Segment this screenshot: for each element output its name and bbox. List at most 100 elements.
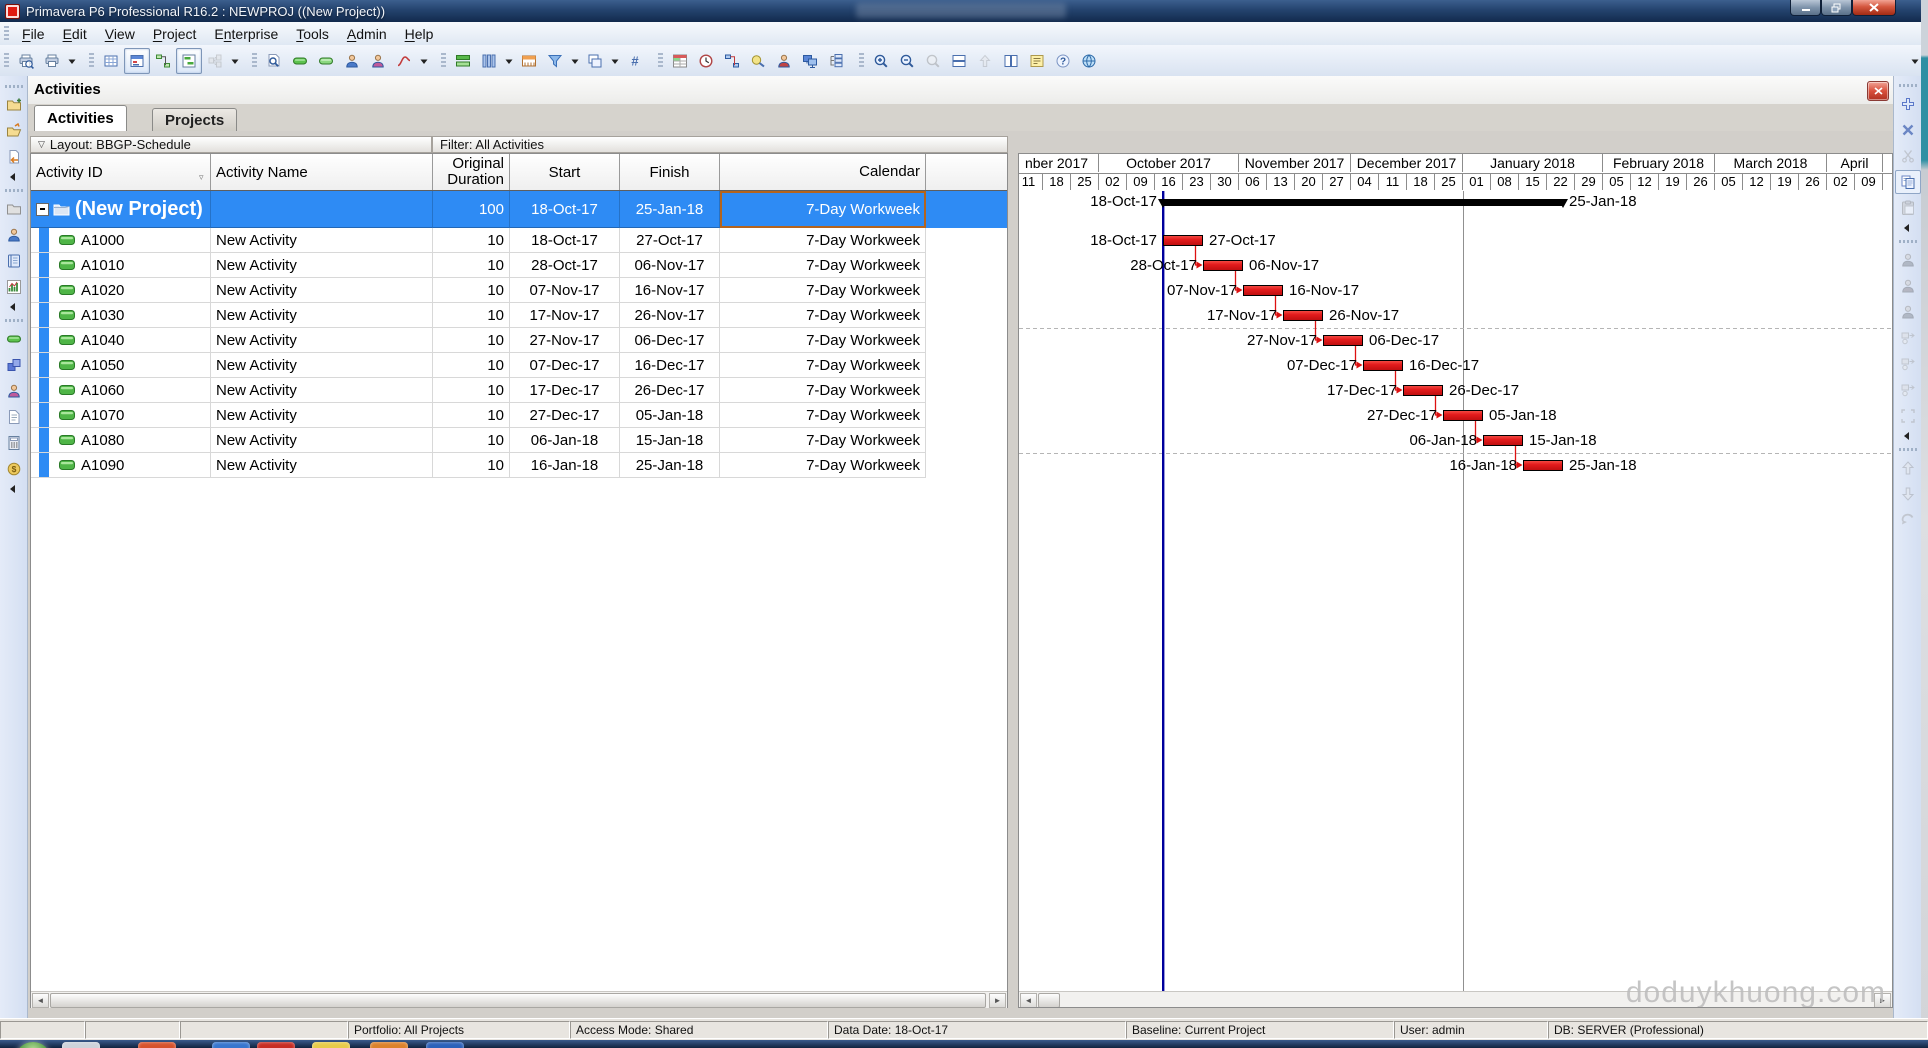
gantt-scroll-left-icon[interactable]: ◄ [1020, 993, 1037, 1008]
table-row-A1020[interactable]: A1020New Activity1007-Nov-1716-Nov-177-D… [31, 278, 1007, 303]
chart-view-icon[interactable] [823, 48, 849, 74]
scroll-left-icon[interactable]: ◄ [32, 993, 49, 1008]
zoom-in-icon[interactable] [868, 48, 894, 74]
online-help-icon[interactable] [1076, 48, 1102, 74]
cell-id[interactable]: A1010 [31, 253, 211, 278]
help-icon[interactable]: ? [1050, 48, 1076, 74]
assign-caret-icon[interactable] [417, 48, 431, 74]
tab-projects[interactable]: Projects [152, 108, 237, 131]
cell-calendar[interactable]: 7-Day Workweek [720, 303, 926, 328]
cell-id[interactable]: A1000 [31, 228, 211, 253]
cell-name[interactable]: New Activity [211, 428, 433, 453]
cell-calendar[interactable]: 7-Day Workweek [720, 353, 926, 378]
cell-name[interactable]: New Activity [211, 403, 433, 428]
print-options-caret-icon[interactable] [65, 48, 79, 74]
cmd-paste-icon[interactable] [1895, 196, 1921, 220]
nav-budgets-window-icon[interactable]: $ [1, 457, 27, 481]
cell-calendar[interactable]: 7-Day Workweek [720, 403, 926, 428]
line-numbers-icon[interactable]: # [622, 48, 648, 74]
cmd-collapse-assign-icon[interactable] [1896, 430, 1920, 442]
activity-table-view-icon[interactable] [98, 48, 124, 74]
cell-calendar[interactable]: 7-Day Workweek [720, 378, 926, 403]
cmd-add-role-icon[interactable] [1895, 300, 1921, 324]
summary-cell-name[interactable] [211, 191, 433, 228]
gantt-bar-A1080[interactable] [1483, 435, 1523, 446]
cmd-grip[interactable] [1899, 82, 1917, 88]
cmd-add-resource-icon[interactable] [1895, 248, 1921, 272]
cell-finish[interactable]: 06-Nov-17 [620, 253, 720, 278]
cell-id[interactable]: A1030 [31, 303, 211, 328]
toolbar-grip[interactable] [658, 53, 663, 69]
columns-icon[interactable] [476, 48, 502, 74]
cell-id[interactable]: A1020 [31, 278, 211, 303]
cell-start[interactable]: 16-Jan-18 [510, 453, 620, 478]
pane-splitter[interactable] [1008, 131, 1018, 1018]
column-header-od[interactable]: Original Duration [433, 154, 510, 190]
timescale-months[interactable]: nber 2017October 2017November 2017Decemb… [1019, 154, 1893, 174]
add-activity-icon[interactable] [287, 48, 313, 74]
tab-activities[interactable]: Activities [34, 105, 127, 131]
assign-resource-icon[interactable] [339, 48, 365, 74]
cell-start[interactable]: 27-Nov-17 [510, 328, 620, 353]
horizontal-split-icon[interactable] [946, 48, 972, 74]
nav-new-project-icon[interactable] [1, 93, 27, 117]
cell-name[interactable]: New Activity [211, 378, 433, 403]
gantt-bar-A1060[interactable] [1403, 385, 1443, 396]
gantt-chart-view-icon[interactable] [176, 48, 202, 74]
nav-expenses-window-icon[interactable] [1, 431, 27, 455]
filter-selector[interactable]: Filter: All Activities [432, 136, 1008, 153]
cell-od[interactable]: 10 [433, 253, 510, 278]
nav-assignments-window-icon[interactable] [1, 379, 27, 403]
nav-projects-window-icon[interactable] [1, 197, 27, 221]
cell-name[interactable]: New Activity [211, 303, 433, 328]
cell-calendar[interactable]: 7-Day Workweek [720, 428, 926, 453]
cell-od[interactable]: 10 [433, 228, 510, 253]
column-header-name[interactable]: Activity Name [211, 154, 433, 190]
cell-start[interactable]: 07-Nov-17 [510, 278, 620, 303]
resource-usage-icon[interactable] [667, 48, 693, 74]
cell-name[interactable]: New Activity [211, 228, 433, 253]
cell-finish[interactable]: 25-Jan-18 [620, 453, 720, 478]
summary-cell-calendar[interactable]: 7-Day Workweek [720, 191, 926, 228]
gantt-bar-A1040[interactable] [1323, 335, 1363, 346]
gantt-bar-A1030[interactable] [1283, 310, 1323, 321]
cmd-undo-icon[interactable] [1895, 508, 1921, 532]
cell-start[interactable]: 27-Dec-17 [510, 403, 620, 428]
print-icon[interactable] [39, 48, 65, 74]
cmd-copy-icon[interactable] [1895, 170, 1921, 194]
cell-finish[interactable]: 26-Dec-17 [620, 378, 720, 403]
taskbar-app-icon[interactable] [62, 1042, 100, 1048]
global-change-icon[interactable] [745, 48, 771, 74]
collapse-toggle-icon[interactable] [36, 203, 49, 216]
nav-collapse-group-3-icon[interactable] [2, 483, 26, 495]
group-and-sort-caret-icon[interactable] [608, 48, 622, 74]
scroll-right-icon[interactable]: ► [989, 993, 1006, 1008]
layout-selector[interactable]: ▽Layout: BBGP-Schedule [30, 136, 432, 153]
nav-obs-window-icon[interactable] [1, 249, 27, 273]
menu-item-view[interactable]: View [96, 24, 144, 44]
gantt-bar-A1010[interactable] [1203, 260, 1243, 271]
taskbar-app-icon[interactable] [257, 1042, 295, 1048]
menubar-grip[interactable] [4, 26, 9, 42]
table-row-A1050[interactable]: A1050New Activity1007-Dec-1716-Dec-177-D… [31, 353, 1007, 378]
table-hscrollbar[interactable]: ◄ ► [31, 991, 1007, 1008]
cmd-activity-steps-icon[interactable] [1895, 404, 1921, 428]
views-caret-icon[interactable] [228, 48, 242, 74]
cmd-collapse-edit-icon[interactable] [1896, 222, 1920, 234]
group-and-sort-icon[interactable] [582, 48, 608, 74]
gantt-bar-A1090[interactable] [1523, 460, 1563, 471]
nav-reports-window-icon[interactable] [1, 275, 27, 299]
cell-calendar[interactable]: 7-Day Workweek [720, 453, 926, 478]
menu-item-admin[interactable]: Admin [338, 24, 396, 44]
usage-profile-icon[interactable] [797, 48, 823, 74]
cell-od[interactable]: 10 [433, 303, 510, 328]
table-row-A1070[interactable]: A1070New Activity1027-Dec-1705-Jan-187-D… [31, 403, 1007, 428]
restore-button[interactable] [1821, 0, 1852, 16]
find-icon[interactable] [261, 48, 287, 74]
relationship-lines-icon[interactable] [719, 48, 745, 74]
filters-icon[interactable] [542, 48, 568, 74]
toolbar-grip[interactable] [252, 53, 257, 69]
cell-finish[interactable]: 15-Jan-18 [620, 428, 720, 453]
toolbar-grip[interactable] [89, 53, 94, 69]
cmd-assign-code-icon[interactable] [1895, 378, 1921, 402]
